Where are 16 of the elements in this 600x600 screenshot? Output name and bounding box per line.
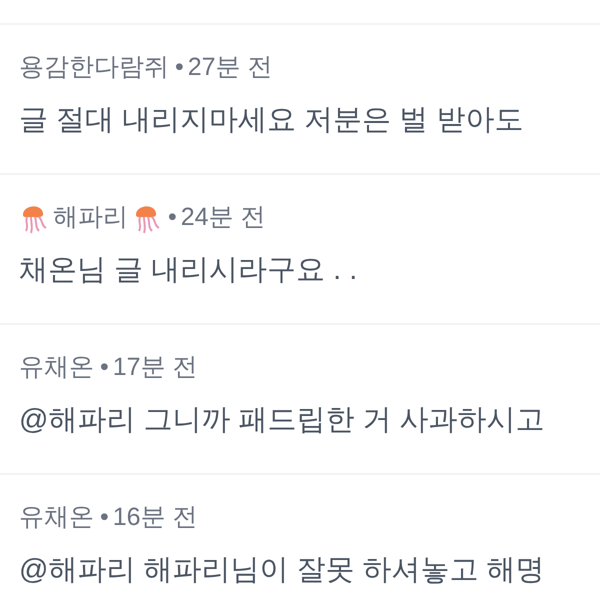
separator-dot: • [100,352,109,384]
comment-text: @해파리 해파리님이 잘못 하셔놓고 해명 [19,553,545,588]
comment-text: @해파리 그니까 패드립한 거 사과하시고 [19,403,545,438]
separator-dot: • [168,202,177,234]
comment-time: 24분 전 [180,202,266,234]
comment-time: 17분 전 [112,352,198,384]
separator-dot: • [175,52,184,84]
comment-author: 해파리 [53,202,128,234]
comment-author: 유채온 [19,502,94,534]
comment-text: 채온님 글 내리시라구요 . . [19,253,358,288]
comment-author: 유채온 [19,352,94,384]
separator-dot: • [100,502,109,534]
comment-time: 27분 전 [188,52,273,84]
comment-text: 글 절대 내리지마세요 저분은 벌 받아도 [19,103,524,138]
comment-author: 용감한다람쥐 [19,52,169,84]
comment-time: 16분 전 [112,502,198,534]
